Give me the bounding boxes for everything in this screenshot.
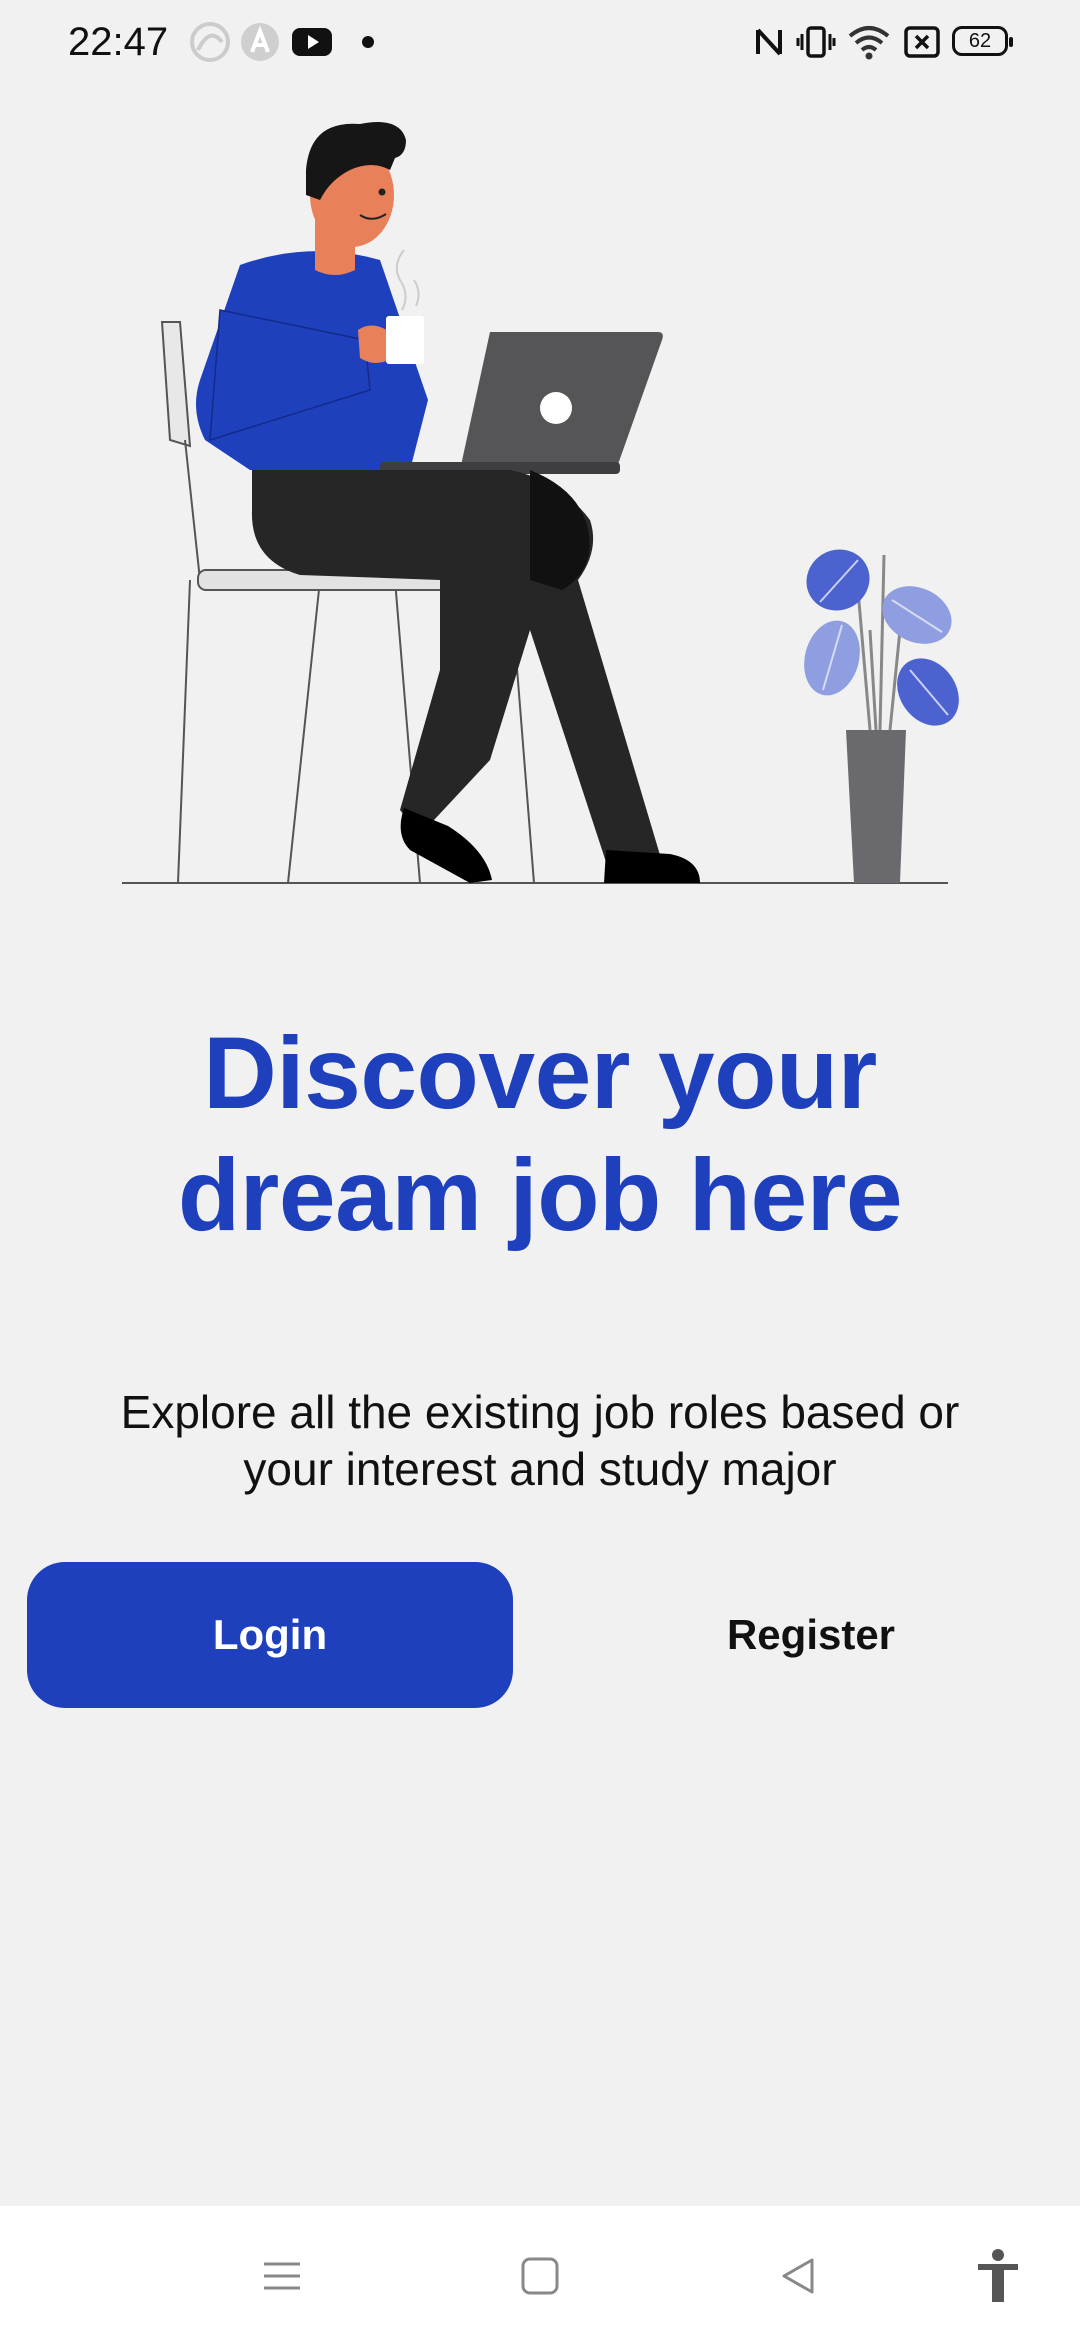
hero-subtitle-line2: your interest and study major xyxy=(243,1443,837,1495)
hero-illustration xyxy=(122,122,959,884)
system-nav-bar xyxy=(0,2206,1080,2340)
register-button[interactable]: Register xyxy=(568,1562,1054,1708)
hero-title-line1: Discover your xyxy=(203,1016,877,1130)
back-button[interactable] xyxy=(758,2236,838,2316)
nfc-icon xyxy=(756,28,782,56)
vibrate-icon xyxy=(796,26,836,58)
hotspot-icon xyxy=(190,22,230,62)
hero-subtitle-line1: Explore all the existing job roles based… xyxy=(120,1386,960,1438)
hero-title-line2: dream job here xyxy=(177,1138,903,1252)
home-button[interactable] xyxy=(500,2236,580,2316)
hero-subtitle: Explore all the existing job roles based… xyxy=(60,1384,1020,1498)
wifi-icon xyxy=(848,26,890,60)
menu-button[interactable] xyxy=(242,2236,322,2316)
battery-icon: 62 xyxy=(952,26,1013,56)
sim-error-icon xyxy=(904,26,940,58)
battery-level: 62 xyxy=(968,30,992,52)
hero-title: Discover your dream job here xyxy=(40,1012,1040,1256)
youtube-icon xyxy=(292,28,332,56)
app-a-icon xyxy=(241,23,279,61)
status-bar: 22:47 62 xyxy=(0,0,1080,84)
menu-icon xyxy=(264,2262,300,2290)
accessibility-icon xyxy=(978,2249,1018,2302)
home-icon xyxy=(521,2257,559,2295)
notification-dot-icon xyxy=(362,36,374,48)
login-button[interactable]: Login xyxy=(27,1562,513,1708)
accessibility-button[interactable] xyxy=(958,2236,1038,2316)
status-time: 22:47 xyxy=(68,20,169,64)
back-icon xyxy=(782,2258,814,2294)
